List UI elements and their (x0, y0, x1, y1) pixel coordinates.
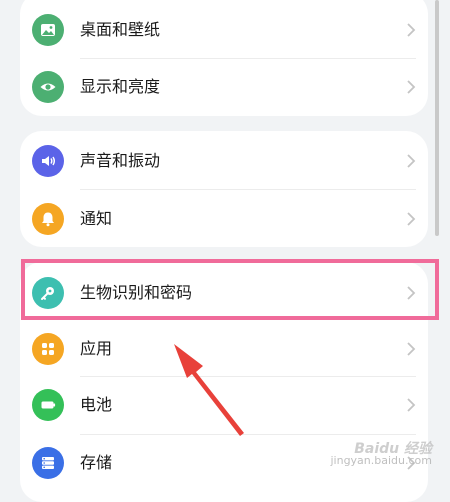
settings-group-sound: 声音和振动 通知 (20, 131, 428, 247)
apps-grid-icon (32, 333, 64, 365)
storage-icon (32, 447, 64, 479)
settings-item-display[interactable]: 显示和亮度 (20, 58, 428, 116)
bell-icon (32, 203, 64, 235)
key-icon (32, 277, 64, 309)
settings-item-biometrics-password[interactable]: 生物识别和密码 (20, 262, 428, 320)
battery-icon (32, 389, 64, 421)
settings-item-label: 存储 (80, 453, 113, 472)
settings-item-label: 电池 (80, 395, 113, 414)
settings-item-label: 通知 (80, 209, 113, 228)
settings-item-apps[interactable]: 应用 (20, 320, 428, 378)
settings-item-label: 桌面和壁纸 (80, 20, 161, 39)
chevron-right-icon (407, 154, 416, 168)
chevron-right-icon (407, 80, 416, 94)
chevron-right-icon (407, 286, 416, 300)
eye-display-icon (32, 71, 64, 103)
settings-item-label: 应用 (80, 339, 113, 358)
settings-item-wallpaper[interactable]: 桌面和壁纸 (20, 1, 428, 59)
chevron-right-icon (407, 342, 416, 356)
settings-item-label: 生物识别和密码 (80, 283, 193, 302)
settings-item-label: 声音和振动 (80, 151, 161, 170)
watermark-line-2: jingyan.baidu.com (330, 454, 432, 467)
settings-item-notifications[interactable]: 通知 (20, 189, 428, 247)
settings-item-label: 显示和亮度 (80, 77, 161, 96)
settings-item-sound[interactable]: 声音和振动 (20, 131, 428, 189)
chevron-right-icon (407, 398, 416, 412)
settings-group-display: 桌面和壁纸 显示和亮度 (20, 0, 428, 116)
watermark: Baidu 经验 jingyan.baidu.com (330, 442, 432, 467)
settings-item-battery[interactable]: 电池 (20, 376, 428, 434)
chevron-right-icon (407, 23, 416, 37)
chevron-right-icon (407, 212, 416, 226)
sound-icon (32, 145, 64, 177)
wallpaper-icon (32, 14, 64, 46)
scrollbar[interactable] (435, 0, 439, 236)
